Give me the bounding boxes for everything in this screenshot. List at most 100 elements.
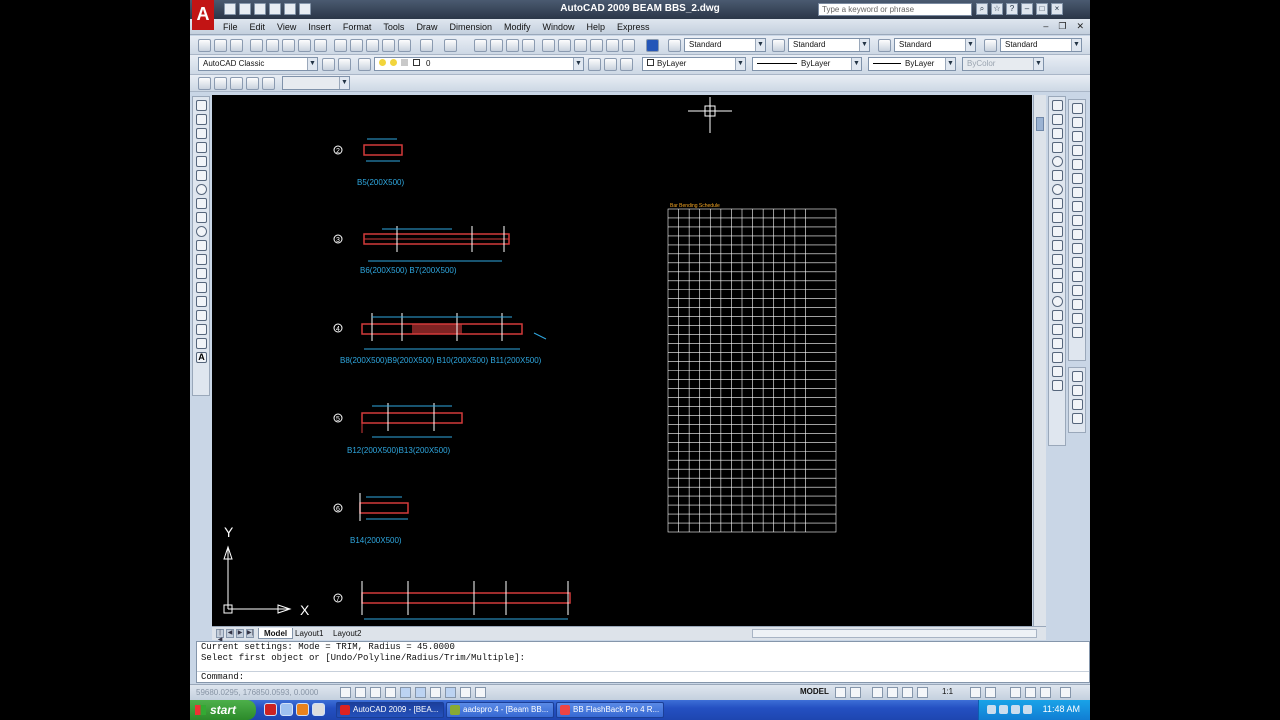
menu-view[interactable]: View	[274, 22, 305, 32]
mleader-style-icon[interactable]	[984, 39, 997, 52]
minimize-icon[interactable]: –	[1021, 3, 1033, 15]
tab-layout1[interactable]: Layout1	[290, 628, 328, 639]
model-space[interactable]: 2 B5(200X500) 3 B6(200X500) B7(200X500)	[212, 95, 1032, 626]
properties-icon[interactable]	[542, 39, 555, 52]
text-front-icon[interactable]	[262, 77, 275, 90]
point-icon[interactable]	[196, 282, 207, 293]
draworder-above-icon[interactable]	[1072, 399, 1083, 410]
break-at-point-icon[interactable]	[1072, 257, 1083, 268]
autocad-logo-button[interactable]: A	[192, 0, 214, 30]
chamfer-icon[interactable]	[1072, 299, 1083, 310]
statusbar-menu-icon[interactable]	[1040, 687, 1051, 698]
clean-screen-icon[interactable]	[1060, 687, 1071, 698]
doc-restore-icon[interactable]: ❐	[1058, 21, 1066, 32]
close-icon[interactable]: ×	[1051, 3, 1063, 15]
menu-express[interactable]: Express	[614, 22, 659, 32]
design-center-icon[interactable]	[558, 39, 571, 52]
ortho-toggle-icon[interactable]	[370, 687, 381, 698]
table-icon[interactable]	[196, 338, 207, 349]
insert-block-icon[interactable]	[196, 254, 207, 265]
next-tab-icon[interactable]: ▶	[236, 629, 244, 638]
tab-model[interactable]: Model	[258, 628, 294, 639]
annotation-scale[interactable]: 1:1	[942, 687, 953, 696]
ellipse-arc-icon[interactable]	[196, 240, 207, 251]
chrome-quicklaunch-icon[interactable]	[312, 703, 325, 716]
3d-dwf-icon[interactable]	[314, 39, 327, 52]
quickcalc-icon[interactable]	[622, 39, 635, 52]
workspace-select[interactable]: AutoCAD Classic ▼	[198, 57, 318, 71]
plot-printer-icon[interactable]	[250, 39, 263, 52]
move-icon[interactable]	[1072, 173, 1083, 184]
linetype-select[interactable]: ByLayer ▼	[752, 57, 862, 71]
dim-space-icon[interactable]	[1052, 254, 1063, 265]
mleader-style-select[interactable]: Standard ▼	[1000, 38, 1082, 52]
break-icon[interactable]	[1072, 271, 1083, 282]
vertical-scrollbar[interactable]	[1033, 95, 1046, 626]
open-file-icon[interactable]	[214, 39, 227, 52]
first-tab-icon[interactable]: |◀	[216, 629, 224, 643]
menu-insert[interactable]: Insert	[305, 22, 340, 32]
linear-dim-icon[interactable]	[1052, 100, 1063, 111]
menu-window[interactable]: Window	[540, 22, 584, 32]
dim-style-icon[interactable]	[772, 39, 785, 52]
qp-toggle-icon[interactable]	[475, 687, 486, 698]
sheet-set-icon[interactable]	[590, 39, 603, 52]
autocad-quicklaunch-icon[interactable]	[264, 703, 277, 716]
region-icon[interactable]	[196, 324, 207, 335]
arc-length-icon[interactable]	[1052, 128, 1063, 139]
dyn-toggle-icon[interactable]	[445, 687, 456, 698]
menu-draw[interactable]: Draw	[413, 22, 446, 32]
drawing-canvas[interactable]: 2 B5(200X500) 3 B6(200X500) B7(200X500)	[212, 95, 1032, 626]
draworder-back-icon[interactable]	[1072, 385, 1083, 396]
ordinate-dim-icon[interactable]	[1052, 142, 1063, 153]
construction-line-icon[interactable]	[196, 114, 207, 125]
pan-status-icon[interactable]	[872, 687, 883, 698]
annotation-visibility-icon[interactable]	[970, 687, 981, 698]
radius-dim-icon[interactable]	[1052, 156, 1063, 167]
undo-arrow-icon[interactable]	[420, 39, 433, 52]
workspace-settings-icon[interactable]	[322, 58, 335, 71]
workspace-gear-icon[interactable]	[338, 58, 351, 71]
dim-text-edit-icon[interactable]	[1052, 352, 1063, 363]
search-icon[interactable]: ⌕	[976, 3, 988, 15]
jogged-dim-icon[interactable]	[1052, 170, 1063, 181]
star-icon[interactable]: ☆	[991, 3, 1003, 15]
zoom-previous-icon[interactable]	[522, 39, 535, 52]
line-icon[interactable]	[196, 100, 207, 111]
layer-state-icon[interactable]	[620, 58, 633, 71]
color-select[interactable]: ByLayer ▼	[642, 57, 746, 71]
tray-icon-3[interactable]	[1011, 705, 1020, 714]
firefox-quicklaunch-icon[interactable]	[296, 703, 309, 716]
doc-minimize-icon[interactable]: –	[1043, 21, 1048, 32]
block-editor-icon[interactable]	[398, 39, 411, 52]
dim-edit-icon[interactable]	[1052, 338, 1063, 349]
help-icon[interactable]: ?	[1006, 3, 1018, 15]
search-input[interactable]: Type a keyword or phrase	[818, 3, 972, 16]
hatch-icon[interactable]	[196, 296, 207, 307]
aligned-dim-icon[interactable]	[1052, 114, 1063, 125]
save-file-icon[interactable]	[230, 39, 243, 52]
dim-update-icon[interactable]	[1052, 366, 1063, 377]
layer-properties-icon[interactable]	[358, 58, 371, 71]
redo-arrow-icon[interactable]	[444, 39, 457, 52]
angular-dim-icon[interactable]	[1052, 198, 1063, 209]
showmotion-icon[interactable]	[917, 687, 928, 698]
stretch-icon[interactable]	[1072, 215, 1083, 226]
ie-quicklaunch-icon[interactable]	[280, 703, 293, 716]
extend-icon[interactable]	[1072, 243, 1083, 254]
tray-icon-1[interactable]	[987, 705, 996, 714]
tray-icon-2[interactable]	[999, 705, 1008, 714]
arc-icon[interactable]	[196, 170, 207, 181]
bring-above-icon[interactable]	[230, 77, 243, 90]
array-icon[interactable]	[1072, 159, 1083, 170]
workspace-switching-icon[interactable]	[1010, 687, 1021, 698]
draworder-under-icon[interactable]	[1072, 413, 1083, 424]
lock-toolbars-icon[interactable]	[1025, 687, 1036, 698]
make-block-icon[interactable]	[196, 268, 207, 279]
table-style-select[interactable]: Standard ▼	[894, 38, 976, 52]
text-style-icon[interactable]	[668, 39, 681, 52]
command-input[interactable]: Command:	[197, 671, 1089, 682]
tool-palettes-icon[interactable]	[574, 39, 587, 52]
rotate-icon[interactable]	[1072, 187, 1083, 198]
cut-icon[interactable]	[334, 39, 347, 52]
